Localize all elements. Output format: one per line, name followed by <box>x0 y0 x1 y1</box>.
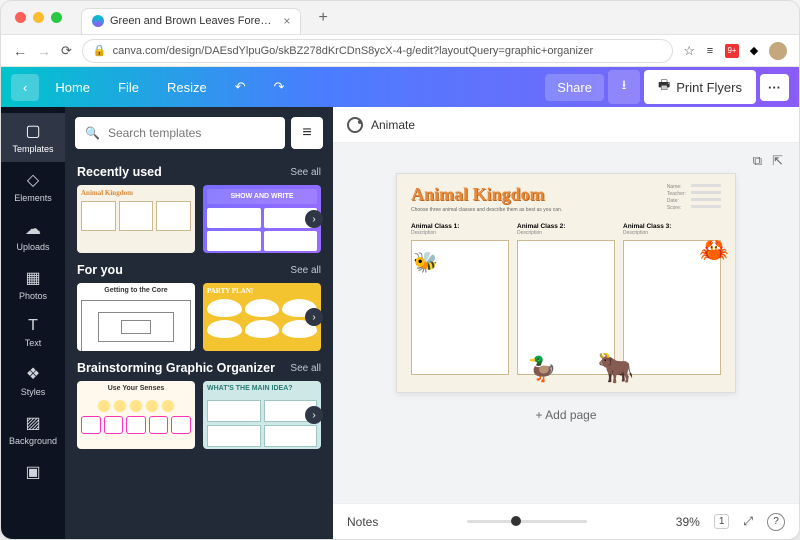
address-bar[interactable]: 🔒 canva.com/design/DAEsdYlpuGo/skBZ278dK… <box>82 39 673 63</box>
goose-icon: 🦆 <box>527 355 557 384</box>
template-thumb[interactable]: WHAT'S THE MAIN IDEA? <box>203 381 321 449</box>
new-tab-button[interactable]: + <box>318 9 327 27</box>
canvas-area: Animate ⧉ ⇱ Animal Kingdom Choose three … <box>333 107 799 539</box>
see-all-foryou[interactable]: See all <box>290 265 321 276</box>
back-button[interactable]: ← <box>13 43 27 59</box>
browser-tab[interactable]: Green and Brown Leaves Fore… × <box>81 8 301 34</box>
zoom-level: 39% <box>676 515 700 529</box>
photos-icon: ▦ <box>25 268 40 288</box>
home-button[interactable]: Home <box>43 74 102 101</box>
close-tab-button[interactable]: × <box>283 14 290 28</box>
canvas-stage[interactable]: ⧉ ⇱ Animal Kingdom Choose three animal c… <box>333 143 799 503</box>
see-all-brainstorm[interactable]: See all <box>290 363 321 374</box>
rail-uploads[interactable]: ☁Uploads <box>1 211 65 260</box>
rail-background[interactable]: ▨Background <box>1 405 65 454</box>
scroll-right-button[interactable]: › <box>305 308 323 326</box>
search-input[interactable]: 🔍 Search templates <box>75 117 285 149</box>
search-placeholder: Search templates <box>108 126 201 140</box>
bookmark-star-icon[interactable]: ☆ <box>683 43 695 59</box>
share-button[interactable]: Share <box>545 74 604 101</box>
mac-titlebar: Green and Brown Leaves Fore… × + <box>1 1 799 35</box>
canva-topbar: ‹ Home File Resize ↶ ↷ Share ⭳ 🖶Print Fl… <box>1 67 799 107</box>
templates-panel: 🔍 Search templates ≡ Recently used See al… <box>65 107 333 539</box>
undo-button[interactable]: ↶ <box>223 73 258 101</box>
tab-title: Green and Brown Leaves Fore… <box>110 15 271 27</box>
canvas-bottom-bar: Notes 39% 1 ⤢ ? <box>333 503 799 539</box>
section-title-recent: Recently used <box>77 165 162 179</box>
more-icon: ▣ <box>25 462 40 482</box>
side-rail: ▢Templates ◇Elements ☁Uploads ▦Photos TT… <box>1 107 65 539</box>
extension-icon-2[interactable]: 9+ <box>725 44 739 58</box>
styles-icon: ❖ <box>26 364 40 384</box>
elements-icon: ◇ <box>27 170 39 190</box>
page-meta: Name: Teacher: Date: Score: <box>667 184 721 211</box>
undo-icon: ↶ <box>235 79 246 95</box>
rail-text[interactable]: TText <box>1 309 65 356</box>
url-text: canva.com/design/DAEsdYlpuGo/skBZ278dKrC… <box>113 45 594 57</box>
animate-icon <box>347 117 363 133</box>
download-button[interactable]: ⭳ <box>608 70 640 104</box>
fullscreen-button[interactable]: ⤢ <box>743 514 753 529</box>
scroll-right-button[interactable]: › <box>305 406 323 424</box>
animate-button[interactable]: Animate <box>371 118 415 132</box>
text-icon: T <box>28 317 38 335</box>
minimize-window-button[interactable] <box>33 12 44 23</box>
template-thumb[interactable]: Getting to the Core <box>77 283 195 351</box>
background-icon: ▨ <box>25 413 40 433</box>
extension-icon-3[interactable]: ◆ <box>747 44 761 58</box>
back-arrow-button[interactable]: ‹ <box>11 74 39 101</box>
rail-templates[interactable]: ▢Templates <box>1 113 65 162</box>
chevron-left-icon: ‹ <box>23 80 27 95</box>
bee-icon: 🐝 <box>413 250 438 275</box>
section-title-foryou: For you <box>77 263 123 277</box>
profile-avatar[interactable] <box>769 42 787 60</box>
scroll-right-button[interactable]: › <box>305 210 323 228</box>
see-all-recent[interactable]: See all <box>290 167 321 178</box>
notes-button[interactable]: Notes <box>347 515 378 529</box>
template-thumb[interactable]: PARTY PLAN! <box>203 283 321 351</box>
maximize-window-button[interactable] <box>51 12 62 23</box>
rail-elements[interactable]: ◇Elements <box>1 162 65 211</box>
uploads-icon: ☁ <box>25 219 41 239</box>
redo-icon: ↷ <box>274 79 285 95</box>
help-button[interactable]: ? <box>767 513 785 531</box>
canva-favicon-icon <box>92 15 104 27</box>
resize-menu[interactable]: Resize <box>155 74 219 101</box>
templates-icon: ▢ <box>25 121 40 141</box>
duplicate-page-icon[interactable]: ⧉ <box>753 153 762 169</box>
template-thumb[interactable]: SHOW AND WRITE <box>203 185 321 253</box>
filter-button[interactable]: ≡ <box>291 117 323 149</box>
yak-icon: 🐂 <box>597 351 634 386</box>
crab-icon: 🦀 <box>699 236 729 265</box>
filter-icon: ≡ <box>302 124 311 142</box>
redo-button[interactable]: ↷ <box>262 73 297 101</box>
zoom-slider[interactable] <box>392 520 661 523</box>
download-icon: ⭳ <box>622 76 627 98</box>
add-page-button[interactable]: + Add page <box>396 403 736 427</box>
template-thumb[interactable]: Animal Kingdom <box>77 185 195 253</box>
rail-photos[interactable]: ▦Photos <box>1 260 65 309</box>
close-window-button[interactable] <box>15 12 26 23</box>
reload-button[interactable]: ⟳ <box>61 43 72 59</box>
extension-icon[interactable]: ≡ <box>703 44 717 58</box>
section-title-brainstorm: Brainstorming Graphic Organizer <box>77 361 275 375</box>
design-page[interactable]: Animal Kingdom Choose three animal class… <box>396 173 736 393</box>
browser-toolbar: ← → ⟳ 🔒 canva.com/design/DAEsdYlpuGo/skB… <box>1 35 799 67</box>
export-page-icon[interactable]: ⇱ <box>772 153 783 169</box>
forward-button[interactable]: → <box>37 43 51 59</box>
rail-more[interactable]: ▣ <box>1 454 65 490</box>
printer-icon: 🖶 <box>658 76 670 98</box>
file-menu[interactable]: File <box>106 74 151 101</box>
more-menu-button[interactable]: ··· <box>760 74 789 101</box>
page-indicator[interactable]: 1 <box>714 514 730 529</box>
template-thumb[interactable]: Use Your Senses <box>77 381 195 449</box>
rail-styles[interactable]: ❖Styles <box>1 356 65 405</box>
lock-icon: 🔒 <box>93 44 107 57</box>
print-flyers-button[interactable]: 🖶Print Flyers <box>644 70 756 104</box>
search-icon: 🔍 <box>85 126 100 140</box>
